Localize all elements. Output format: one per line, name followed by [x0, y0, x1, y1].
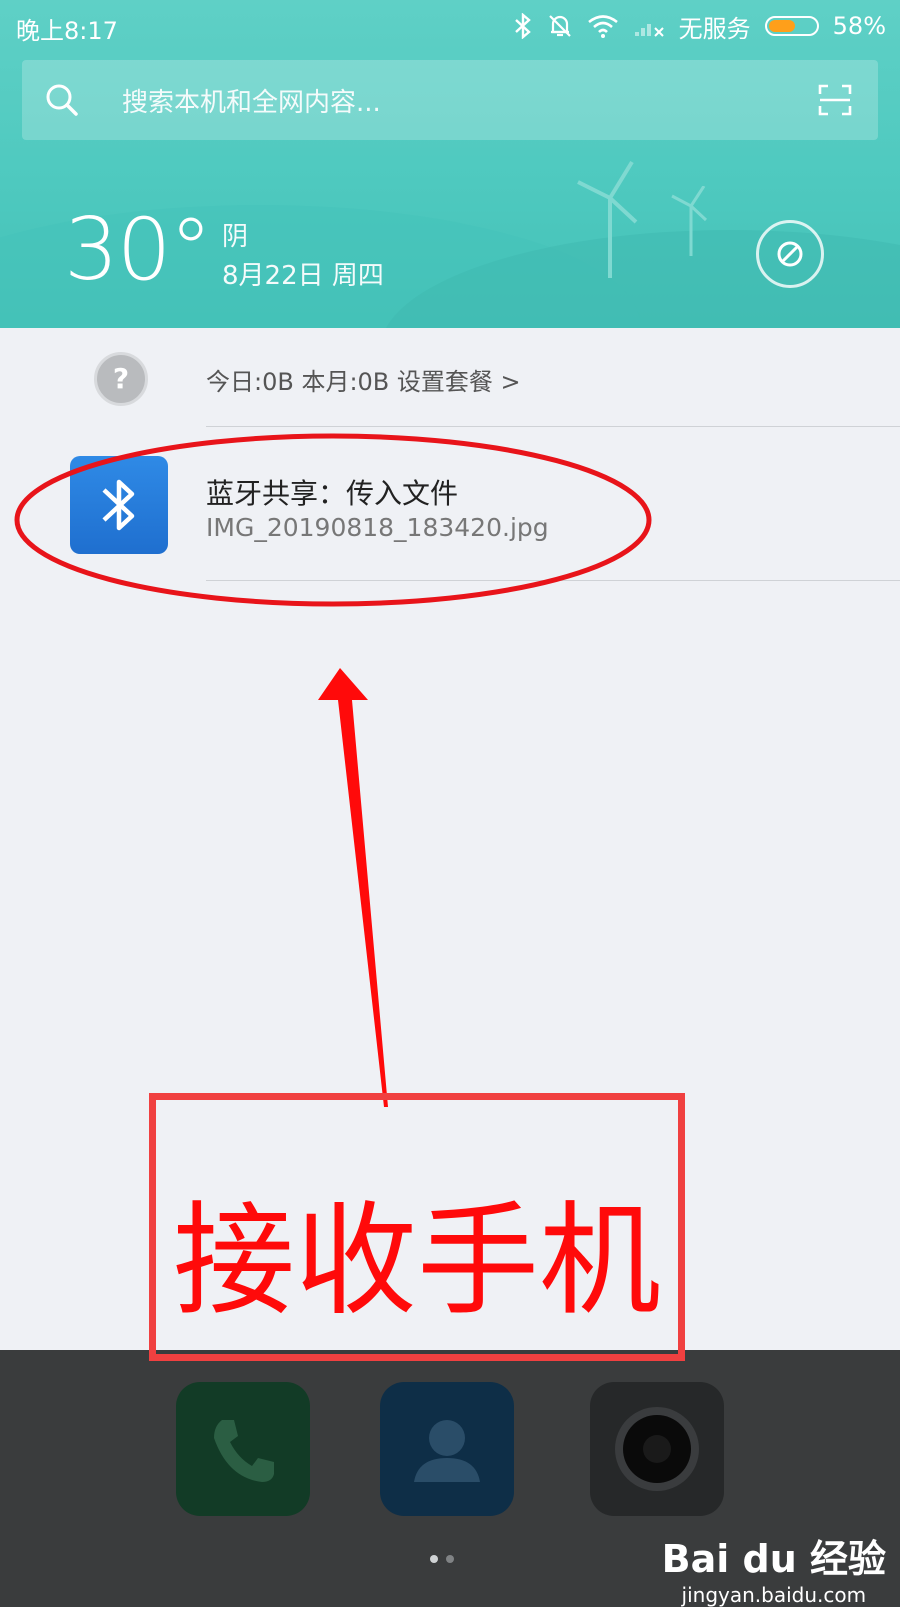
weather-condition: 阴 [222, 222, 249, 252]
wind-turbine-icon [671, 186, 708, 256]
watermark-url: jingyan.baidu.com [681, 1583, 867, 1607]
page-dot-active [430, 1555, 438, 1563]
scan-icon[interactable] [818, 84, 852, 116]
phone-icon [214, 1420, 274, 1482]
baidu-watermark: Bai du 经验 jingyan.baidu.com [662, 1528, 886, 1607]
notification-title: 蓝牙共享：传入文件 [206, 477, 459, 510]
watermark-brand: Bai du 经验 [661, 1537, 886, 1581]
battery-icon [764, 16, 819, 36]
status-time: 晚上8:17 [16, 17, 118, 45]
weather-date: 8月22日 周四 [222, 261, 384, 291]
no-signal-icon [634, 24, 664, 37]
search-bar[interactable]: 搜索本机和全网内容... [22, 60, 878, 140]
bluetooth-icon [102, 479, 135, 531]
status-bar: 晚上8:17 无服务 58% [0, 0, 900, 52]
page-dot [446, 1555, 454, 1563]
bell-muted-icon [548, 15, 571, 37]
contacts-icon [414, 1420, 480, 1482]
camera-app[interactable] [590, 1382, 724, 1516]
clear-notifications-button[interactable] [756, 220, 824, 288]
data-usage-row[interactable]: ? 今日:0B 本月:0B 设置套餐 > [0, 328, 900, 428]
search-input[interactable]: 搜索本机和全网内容... [122, 82, 381, 119]
temperature[interactable]: 30° [64, 200, 212, 300]
search-icon [46, 84, 78, 116]
annotation-label: 接收手机 [173, 1190, 661, 1332]
help-icon: ? [94, 352, 148, 406]
annotation-label-box: 接收手机 [149, 1093, 685, 1361]
divider [206, 426, 900, 427]
camera-icon [615, 1407, 699, 1491]
battery-percent: 58% [832, 12, 886, 40]
weather-header: 晚上8:17 无服务 58% 搜索本机和全网内容... 30° 阴 8月22日 … [0, 0, 900, 335]
no-entry-icon [777, 241, 803, 267]
wind-turbine-icon [577, 160, 638, 278]
bluetooth-icon [514, 13, 531, 39]
page-indicator [430, 1555, 454, 1563]
phone-app[interactable] [176, 1382, 310, 1516]
carrier-text: 无服务 [678, 14, 751, 43]
data-usage-text[interactable]: 今日:0B 本月:0B 设置套餐 > [206, 362, 521, 397]
contacts-app[interactable] [380, 1382, 514, 1516]
divider [206, 580, 900, 581]
notification-filename: IMG_20190818_183420.jpg [206, 513, 549, 542]
wifi-icon [587, 15, 618, 38]
bluetooth-app-icon [70, 456, 168, 554]
